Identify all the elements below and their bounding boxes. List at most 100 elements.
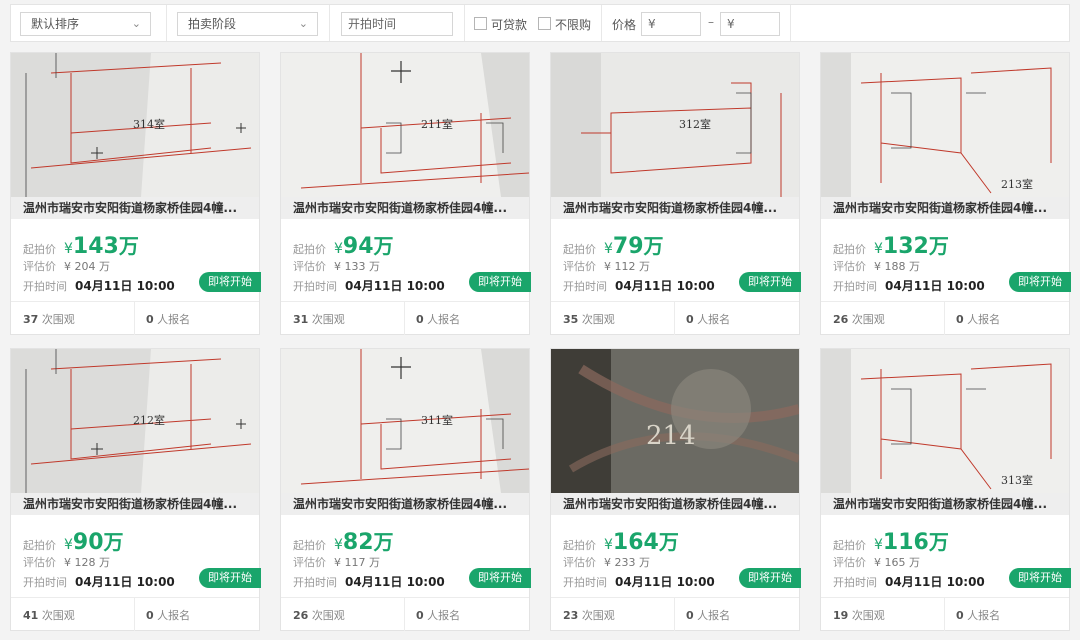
start-price-label: 起拍价 xyxy=(293,243,326,256)
divider xyxy=(464,5,465,41)
views-count: 37 次围观 xyxy=(23,311,75,327)
views-count: 23 次围观 xyxy=(563,607,615,623)
eval-price-row: 评估价 ¥ 133 万 xyxy=(293,258,380,274)
listing-thumbnail[interactable]: 212室 xyxy=(11,349,259,493)
signups-count: 0 人报名 xyxy=(956,607,1000,623)
listing-thumbnail[interactable]: 312室 xyxy=(551,53,799,197)
loan-checkbox[interactable] xyxy=(474,17,487,30)
listing-card[interactable]: 213室 温州市瑞安市安阳街道杨家桥佳园4幢... 起拍价 ¥132万 评估价 ¥ 188… xyxy=(820,52,1071,335)
listing-thumbnail[interactable]: 311室 xyxy=(281,349,529,493)
price-max-input[interactable]: ¥ xyxy=(720,12,780,36)
card-footer: 26 次围观 0 人报名 xyxy=(281,597,529,631)
listing-card[interactable]: 314室 温州市瑞安市安阳街道杨家桥佳园4幢... 起拍价 ¥143万 评估价 ¥ 204… xyxy=(10,52,261,335)
yen-symbol: ¥ xyxy=(874,537,883,553)
chevron-down-icon: ⌄ xyxy=(298,17,308,30)
eval-price-value: ¥ 188 万 xyxy=(874,260,920,273)
room-number-text: 211室 xyxy=(421,117,453,131)
listing-card[interactable]: 311室 温州市瑞安市安阳街道杨家桥佳园4幢... 起拍价 ¥82万 评估价 ¥ 117 … xyxy=(280,348,531,631)
listing-title[interactable]: 温州市瑞安市安阳街道杨家桥佳园4幢... xyxy=(281,493,529,515)
eval-price-label: 评估价 xyxy=(563,260,596,273)
views-count: 35 次围观 xyxy=(563,311,615,327)
eval-price-row: 评估价 ¥ 188 万 xyxy=(833,258,920,274)
auction-stage-dropdown[interactable]: 拍卖阶段 ⌄ xyxy=(177,12,318,36)
price-range-dash: – xyxy=(708,15,714,29)
signups-count: 0 人报名 xyxy=(686,311,730,327)
signups-number: 0 xyxy=(956,609,964,622)
eval-price-row: 评估价 ¥ 117 万 xyxy=(293,554,380,570)
views-suffix: 次围观 xyxy=(311,609,345,622)
unlimited-purchase-checkbox[interactable] xyxy=(538,17,551,30)
price-max-placeholder: ¥ xyxy=(727,17,735,31)
signups-count: 0 人报名 xyxy=(146,607,190,623)
start-price-unit: 万 xyxy=(373,234,394,258)
divider xyxy=(674,302,675,335)
signups-suffix: 人报名 xyxy=(427,313,461,326)
status-badge: 即将开始 xyxy=(1009,568,1071,588)
start-time-row: 开拍时间 04月11日 10:00 xyxy=(833,573,985,590)
views-suffix: 次围观 xyxy=(581,313,615,326)
listing-title[interactable]: 温州市瑞安市安阳街道杨家桥佳园4幢... xyxy=(821,493,1069,515)
start-time-label: 开拍时间 xyxy=(833,576,877,589)
start-price-value: 143 xyxy=(72,234,119,259)
listing-card[interactable]: 312室 温州市瑞安市安阳街道杨家桥佳园4幢... 起拍价 ¥79万 评估价 ¥ 112 … xyxy=(550,52,801,335)
signups-number: 0 xyxy=(146,609,154,622)
views-count: 31 次围观 xyxy=(293,311,345,327)
eval-price-label: 评估价 xyxy=(563,556,596,569)
start-price-unit: 万 xyxy=(658,530,679,554)
start-price-value: 82 xyxy=(342,530,374,555)
divider xyxy=(601,5,602,41)
listing-title[interactable]: 温州市瑞安市安阳街道杨家桥佳园4幢... xyxy=(821,197,1069,219)
listing-card[interactable]: 313室 温州市瑞安市安阳街道杨家桥佳园4幢... 起拍价 ¥116万 评估价 ¥ 165… xyxy=(820,348,1071,631)
listing-thumbnail[interactable]: 211室 xyxy=(281,53,529,197)
floor-plan-image: 311室 xyxy=(281,349,529,493)
chevron-down-icon: ⌄ xyxy=(131,17,141,30)
divider xyxy=(674,598,675,631)
listing-title[interactable]: 温州市瑞安市安阳街道杨家桥佳园4幢... xyxy=(551,197,799,219)
status-badge: 即将开始 xyxy=(469,568,531,588)
start-price-value: 164 xyxy=(612,530,659,555)
start-time-row: 开拍时间 04月11日 10:00 xyxy=(563,573,715,590)
listing-thumbnail[interactable]: 213室 xyxy=(821,53,1069,197)
price-min-input[interactable]: ¥ xyxy=(641,12,701,36)
yen-symbol: ¥ xyxy=(874,241,883,257)
divider xyxy=(944,598,945,631)
listing-card[interactable]: 212室 温州市瑞安市安阳街道杨家桥佳园4幢... 起拍价 ¥90万 评估价 ¥ 128 … xyxy=(10,348,261,631)
views-suffix: 次围观 xyxy=(311,313,345,326)
listing-title[interactable]: 温州市瑞安市安阳街道杨家桥佳园4幢... xyxy=(281,197,529,219)
listing-title[interactable]: 温州市瑞安市安阳街道杨家桥佳园4幢... xyxy=(11,493,259,515)
start-time-value: 04月11日 10:00 xyxy=(885,575,985,589)
listing-thumbnail[interactable]: 214 xyxy=(551,349,799,493)
start-time-value: 04月11日 10:00 xyxy=(345,279,445,293)
listing-card[interactable]: 211室 温州市瑞安市安阳街道杨家桥佳园4幢... 起拍价 ¥94万 评估价 ¥ 133 … xyxy=(280,52,531,335)
views-number: 37 xyxy=(23,313,39,326)
signups-count: 0 人报名 xyxy=(416,311,460,327)
listing-title[interactable]: 温州市瑞安市安阳街道杨家桥佳园4幢... xyxy=(11,197,259,219)
room-number-text: 312室 xyxy=(679,117,711,131)
yen-symbol: ¥ xyxy=(64,241,73,257)
views-number: 19 xyxy=(833,609,849,622)
loan-label[interactable]: 可贷款 xyxy=(491,16,527,33)
floor-plan-image: 214 xyxy=(551,349,799,493)
yen-symbol: ¥ xyxy=(604,537,613,553)
start-price-label: 起拍价 xyxy=(23,243,56,256)
start-time-input[interactable]: 开拍时间 xyxy=(341,12,453,36)
listing-title[interactable]: 温州市瑞安市安阳街道杨家桥佳园4幢... xyxy=(551,493,799,515)
divider xyxy=(134,598,135,631)
listing-card[interactable]: 214 温州市瑞安市安阳街道杨家桥佳园4幢... 起拍价 ¥164万 评估价 ¥ 233 … xyxy=(550,348,801,631)
listing-thumbnail[interactable]: 314室 xyxy=(11,53,259,197)
start-price-row: 起拍价 ¥116万 xyxy=(833,526,949,555)
start-time-row: 开拍时间 04月11日 10:00 xyxy=(563,277,715,294)
start-time-value: 04月11日 10:00 xyxy=(75,575,175,589)
listing-thumbnail[interactable]: 313室 xyxy=(821,349,1069,493)
views-number: 23 xyxy=(563,609,579,622)
floor-plan-image: 212室 xyxy=(11,349,259,493)
sort-dropdown[interactable]: 默认排序 ⌄ xyxy=(20,12,151,36)
floor-plan-image: 312室 xyxy=(551,53,799,197)
start-price-label: 起拍价 xyxy=(833,243,866,256)
start-price-row: 起拍价 ¥164万 xyxy=(563,526,679,555)
unlimited-purchase-label[interactable]: 不限购 xyxy=(555,16,591,33)
start-price-value: 132 xyxy=(882,234,929,259)
signups-number: 0 xyxy=(686,313,694,326)
status-badge: 即将开始 xyxy=(199,272,261,292)
yen-symbol: ¥ xyxy=(64,537,73,553)
